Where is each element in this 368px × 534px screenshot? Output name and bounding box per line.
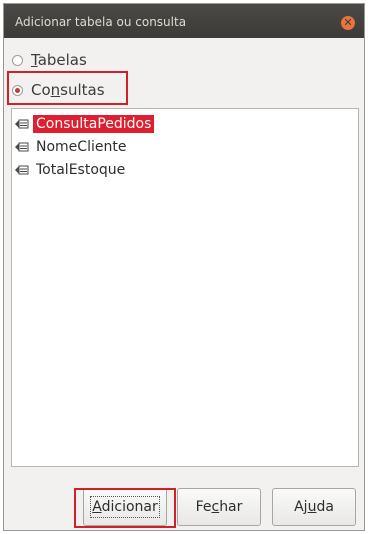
list-item-label: NomeCliente [36, 139, 127, 155]
list-item-nomecliente[interactable]: NomeCliente [15, 136, 129, 158]
close-icon[interactable]: ✕ [341, 16, 355, 30]
window-title: Adicionar tabela ou consulta [15, 15, 187, 29]
list-item-label: TotalEstoque [36, 162, 126, 178]
radio-tables-label: Tabelas [31, 51, 87, 69]
query-icon [15, 142, 29, 152]
list-item-totalestoque[interactable]: TotalEstoque [15, 159, 128, 181]
queries-highlight-box [7, 71, 128, 105]
title-bar[interactable]: Adicionar tabela ou consulta ✕ [4, 4, 364, 38]
close-button-label: Fechar [195, 499, 243, 515]
add-button-highlight-box [74, 488, 176, 528]
query-icon [15, 119, 29, 129]
help-button-label: Ajuda [294, 499, 334, 515]
list-item-consultapedidos[interactable]: ConsultaPedidos [15, 113, 155, 135]
radio-tables[interactable]: Tabelas [12, 47, 87, 73]
add-table-or-query-dialog: Adicionar tabela ou consulta ✕ Tabelas C… [3, 3, 365, 531]
help-button[interactable]: Ajuda [272, 488, 356, 526]
query-list[interactable]: ConsultaPedidos NomeCliente TotalEstoque [11, 108, 359, 467]
query-icon [15, 165, 29, 175]
close-button[interactable]: Fechar [177, 488, 261, 526]
list-item-label: ConsultaPedidos [33, 115, 155, 133]
radio-tables-indicator[interactable] [12, 54, 23, 66]
